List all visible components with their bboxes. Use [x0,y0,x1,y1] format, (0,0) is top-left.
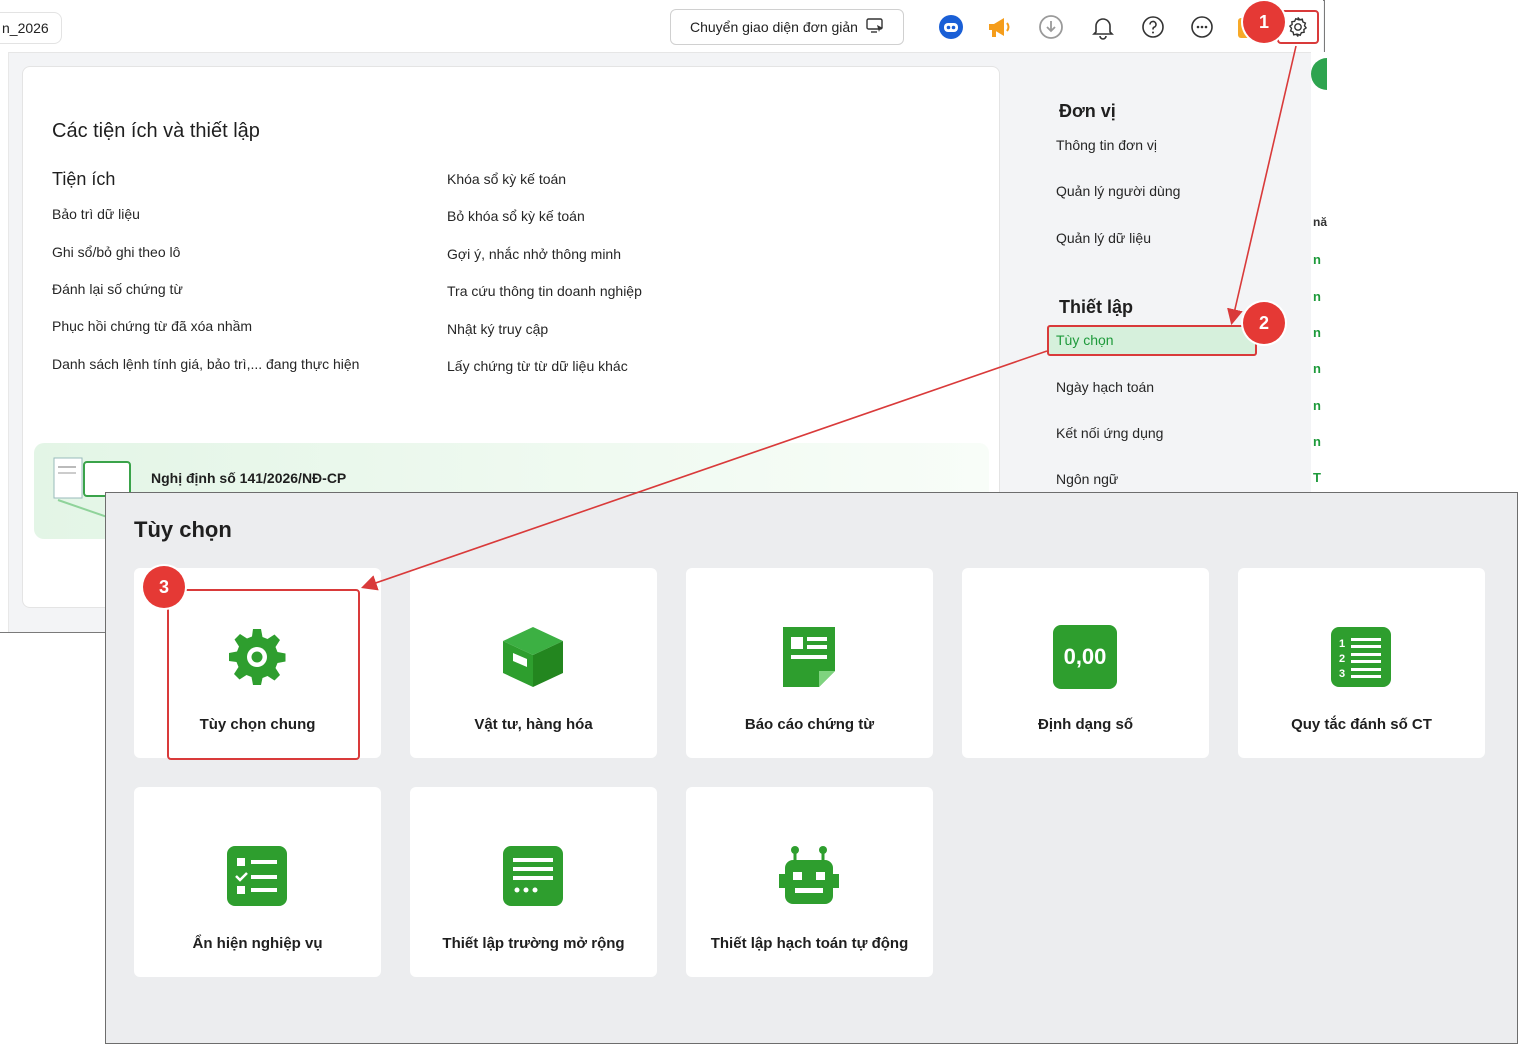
option-card-label: Thiết lập trường mở rộng [442,935,625,952]
utility-link-unlock-period[interactable]: Bỏ khóa sổ kỳ kế toán [447,208,585,224]
utilities-panel-title: Các tiện ích và thiết lập [52,120,260,142]
switch-simple-ui-button[interactable]: Chuyển giao diện đơn giản [670,9,904,45]
bell-icon[interactable] [1088,12,1118,42]
utility-link-running-commands[interactable]: Danh sách lệnh tính giá, bảo trì,... đan… [52,356,359,372]
sidebar-item-options-label: Tùy chọn [1056,332,1114,348]
sidebar-item-language[interactable]: Ngôn ngữ [1056,471,1118,487]
help-icon[interactable] [1138,12,1168,42]
extended-fields-icon [501,844,565,908]
highlight-general-options [167,589,360,760]
sidebar-item-user-management[interactable]: Quản lý người dùng [1056,183,1180,199]
sidebar-item-unit-info[interactable]: Thông tin đơn vị [1056,137,1157,153]
option-card-label: Quy tắc đánh số CT [1291,716,1432,733]
svg-text:1: 1 [1339,638,1345,650]
option-card-numbering-rules[interactable]: 1 2 3 Quy tắc đánh số CT [1238,568,1485,758]
option-card-extended-fields[interactable]: Thiết lập trường mở rộng [410,787,657,977]
setup-heading: Thiết lập [1059,297,1134,317]
option-card-voucher-reports[interactable]: Báo cáo chứng từ [686,568,933,758]
top-bar [0,0,1323,53]
download-icon[interactable] [1036,12,1066,42]
option-card-label: Vật tư, hàng hóa [474,716,593,733]
svg-text:3: 3 [1339,668,1345,680]
utilities-section-heading: Tiện ích [52,169,116,189]
option-card-label: Ẩn hiện nghiệp vụ [192,935,323,952]
box-icon [501,625,565,689]
table-cell: n [1313,252,1321,267]
sidebar-item-posting-date[interactable]: Ngày hạch toán [1056,379,1154,395]
sidebar-item-app-connections[interactable]: Kết nối ứng dụng [1056,425,1163,441]
table-cell: n [1313,289,1321,304]
checklist-icon [225,844,289,908]
settings-icon[interactable] [1283,12,1313,42]
sidebar-item-data-management[interactable]: Quản lý dữ liệu [1056,230,1151,246]
utility-link-data-maintenance[interactable]: Bảo trì dữ liệu [52,206,140,222]
utility-link-lock-period[interactable]: Khóa sổ kỳ kế toán [447,171,566,187]
utility-link-access-log[interactable]: Nhật ký truy cập [447,321,548,337]
table-cell: n [1313,434,1321,449]
utility-link-restore-deleted[interactable]: Phục hồi chứng từ đã xóa nhầm [52,318,252,334]
number-format-icon: 0,00 [1053,625,1117,689]
option-card-show-hide-operations[interactable]: Ẩn hiện nghiệp vụ [134,787,381,977]
database-tab[interactable]: n_2026 [0,12,62,44]
options-panel-title: Tùy chọn [134,517,232,542]
option-card-label: Thiết lập hạch toán tự động [710,935,909,952]
main-content-left-edge [0,52,9,632]
more-icon[interactable] [1187,12,1217,42]
table-cell: n [1313,398,1321,413]
number-format-icon-text: 0,00 [1063,644,1107,669]
step-badge-1: 1 [1243,1,1285,43]
svg-text:2: 2 [1339,653,1345,665]
unit-heading: Đơn vị [1059,101,1116,121]
numbered-list-icon: 1 2 3 [1329,625,1393,689]
megaphone-icon[interactable] [984,12,1014,42]
switch-simple-ui-label: Chuyển giao diện đơn giản [690,19,858,35]
utility-link-import-vouchers[interactable]: Lấy chứng từ từ dữ liệu khác [447,358,628,374]
document-icon [777,625,841,689]
utility-link-smart-reminders[interactable]: Gợi ý, nhắc nhở thông minh [447,246,621,262]
monitor-cursor-icon [866,17,884,37]
step-badge-3: 3 [143,566,185,608]
utility-link-batch-posting[interactable]: Ghi sổ/bỏ ghi theo lô [52,244,180,260]
robot-icon [777,844,841,908]
option-card-label: Định dạng số [1038,716,1133,733]
option-card-auto-posting[interactable]: Thiết lập hạch toán tự động [686,787,933,977]
table-cell: n [1313,325,1321,340]
table-cell: n [1313,361,1321,376]
utility-link-renumber-vouchers[interactable]: Đánh lại số chứng từ [52,281,183,297]
column-header: nă [1313,215,1328,229]
option-card-label: Báo cáo chứng từ [744,716,875,733]
robot-assistant-icon[interactable] [936,12,966,42]
option-card-materials[interactable]: Vật tư, hàng hóa [410,568,657,758]
step-badge-2: 2 [1243,302,1285,344]
utility-link-business-lookup[interactable]: Tra cứu thông tin doanh nghiệp [447,283,642,299]
option-card-number-format[interactable]: 0,00 Định dạng số [962,568,1209,758]
decree-title[interactable]: Nghị định số 141/2026/NĐ-CP [151,470,346,486]
table-cell: T [1313,470,1321,485]
